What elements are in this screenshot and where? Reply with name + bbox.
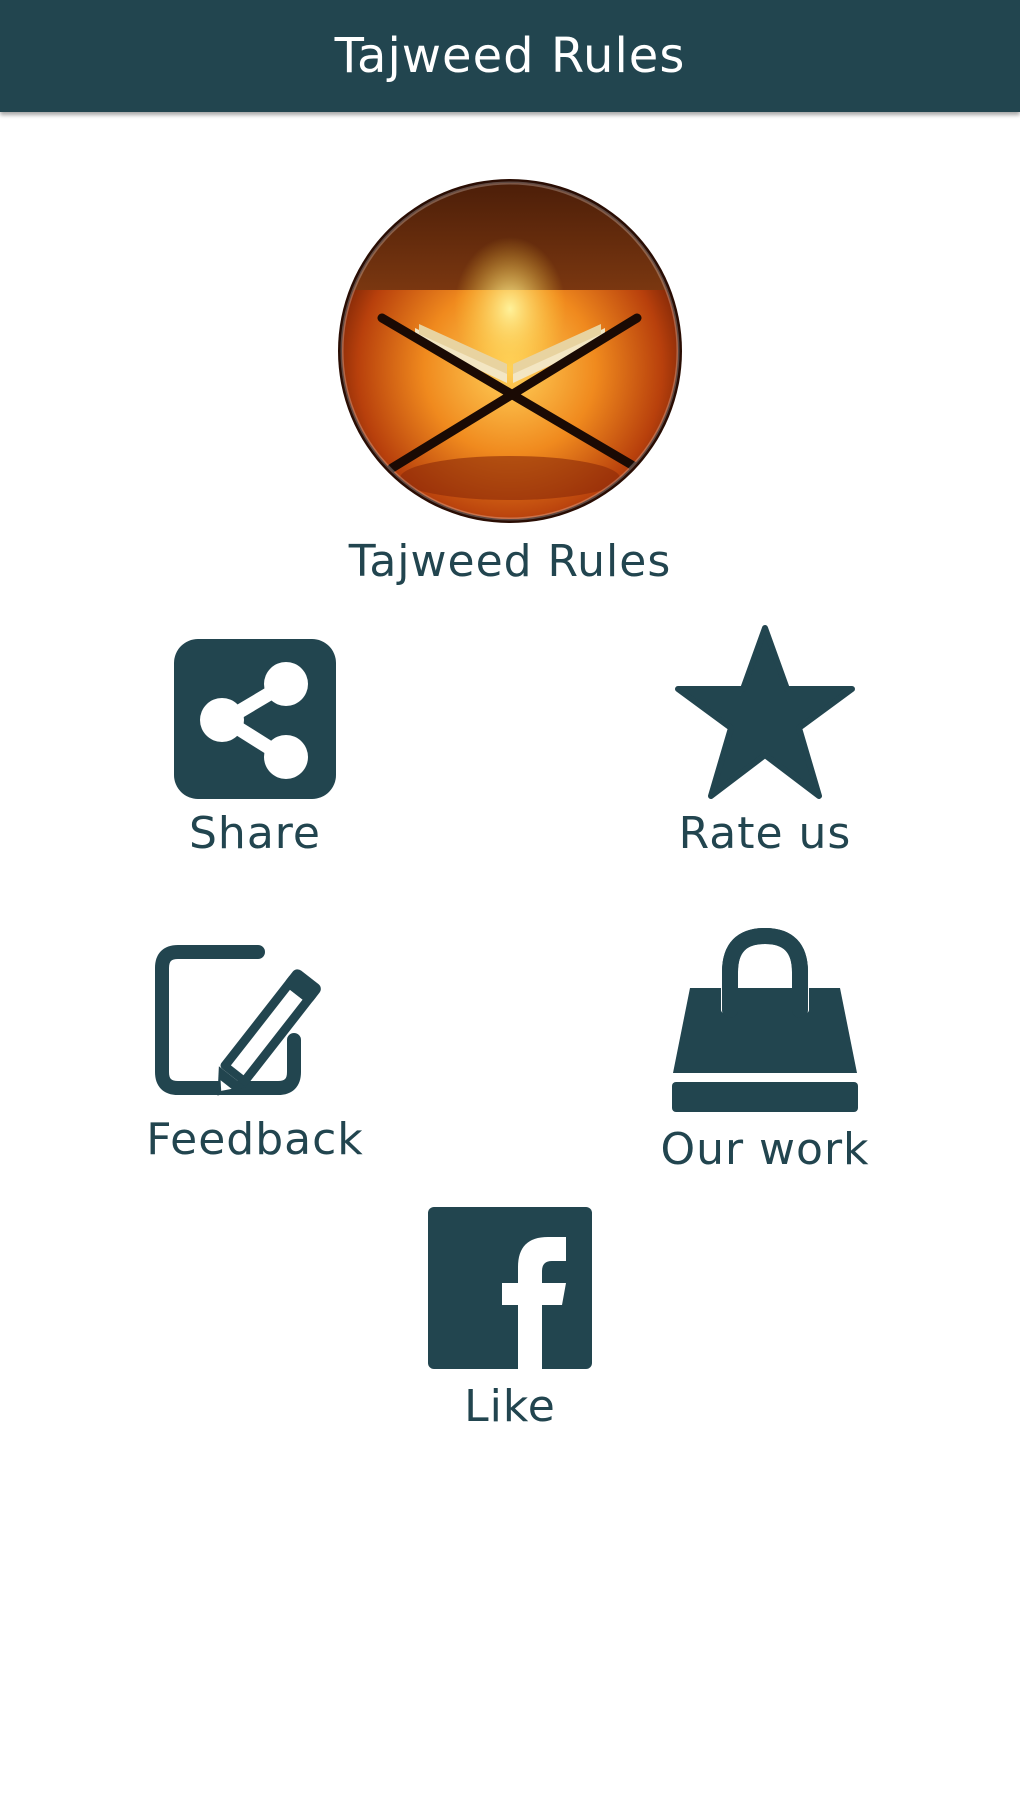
page-title: Tajweed Rules xyxy=(334,28,686,84)
share-button[interactable]: Share xyxy=(150,636,360,866)
facebook-icon xyxy=(428,1207,592,1369)
shopping-bag-icon xyxy=(672,928,858,1112)
star-icon xyxy=(675,625,855,799)
feedback-button[interactable]: Feedback xyxy=(130,940,380,1170)
share-icon xyxy=(174,639,336,799)
like-button[interactable]: Like xyxy=(410,1205,610,1435)
our-work-button[interactable]: Our work xyxy=(640,928,890,1176)
quran-stand-logo-icon xyxy=(338,179,682,523)
rate-us-button[interactable]: Rate us xyxy=(660,624,870,866)
feedback-label: Feedback xyxy=(146,1114,364,1165)
share-label: Share xyxy=(189,808,321,859)
top-app-bar: Tajweed Rules xyxy=(0,0,1020,112)
our-work-label: Our work xyxy=(660,1124,870,1175)
like-label: Like xyxy=(464,1381,556,1432)
app-name: Tajweed Rules xyxy=(348,536,672,587)
edit-pencil-icon xyxy=(155,945,321,1096)
rate-us-label: Rate us xyxy=(678,808,852,859)
